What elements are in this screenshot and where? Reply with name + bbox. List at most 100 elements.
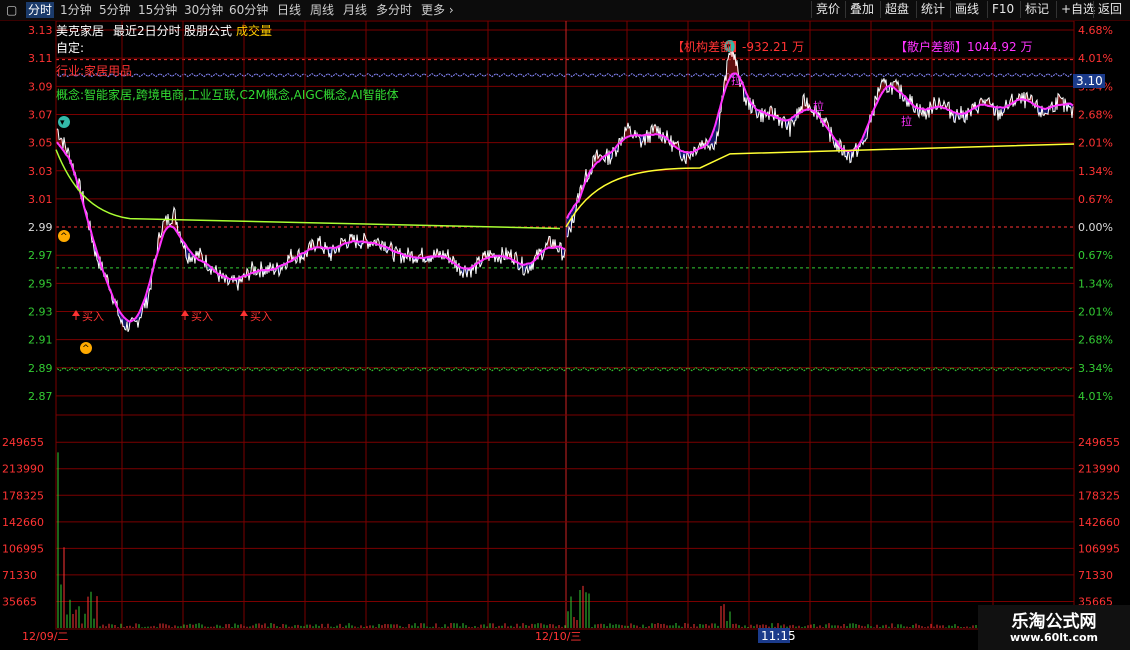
stock-name: 美克家居 [56,23,104,38]
price-tick-label: 2.95 [28,277,53,290]
axis-labels: 3.13 4.68% 3.11 4.01% 3.09 3.34% 3.07 2.68% 3.05… [2,24,1120,643]
pct-tick-label: 0.67% [1078,249,1113,262]
institution-diff-label: 【机构差额】 [672,39,744,54]
toolbar-button-5[interactable]: F10 [987,1,1018,18]
volume-tick-label: 142660 [2,516,44,529]
period-tab-1[interactable]: 1分钟 [60,2,92,18]
price-tick-label: 2.93 [28,305,53,318]
price-tick-label: 2.87 [28,390,53,403]
period-tab-5[interactable]: 60分钟 [229,2,268,18]
window-icon[interactable]: ▢ [6,2,17,18]
price-tick-label: 3.03 [28,165,53,178]
orange-signal-icon-glyph: ^ [60,232,68,242]
price-tick-label: 2.91 [28,334,53,347]
period-tab-2[interactable]: 5分钟 [99,2,131,18]
pct-tick-label: 4.01% [1078,390,1113,403]
buy-label: 买入 [191,310,213,323]
volume-tick-label: 249655 [2,436,44,449]
volume-tick-label-right: 71330 [1078,569,1113,582]
period-tab-7[interactable]: 周线 [310,2,334,18]
pull-label: 拉 [813,99,824,113]
period-tab-3[interactable]: 15分钟 [138,2,177,18]
price-tick-label: 2.89 [28,362,53,375]
watermark-url: www.60lt.com [1009,631,1099,644]
price-line-day1 [56,128,566,332]
site-watermark: 乐淘公式网 www.60lt.com [978,605,1130,650]
volume-tick-label: 71330 [2,569,37,582]
volume-tick-label: 35665 [2,595,37,608]
period-tab-10[interactable]: 更多 › [421,2,454,18]
toolbar-button-1[interactable]: 叠加 [845,1,878,18]
date-label: 12/09/二 [22,630,68,643]
pct-tick-label: 2.68% [1078,108,1113,121]
chart-lines [55,42,1075,332]
volume-tick-label-right: 142660 [1078,516,1120,529]
price-tick-label: 2.99 [28,221,53,234]
intraday-chart[interactable]: ▾^^▾买入买入买入拉拉拉 3.134.68%3.114.01%3.093.34… [0,21,1130,650]
price-tick-label: 3.11 [28,52,53,65]
buy-arrow-icon [240,310,248,316]
pct-tick-label: 3.34% [1078,362,1113,375]
pct-tick-label: 0.00% [1078,221,1113,234]
price-tick-label: 3.07 [28,108,53,121]
price-tick-label: 2.97 [28,249,53,262]
pct-tick-label: 4.01% [1078,52,1113,65]
volume-tick-label: 213990 [2,463,44,476]
pct-tick-label: 4.68% [1078,24,1113,37]
toolbar-button-0[interactable]: 竞价 [811,1,844,18]
toolbar-button-8[interactable]: 返回 [1093,1,1126,18]
buy-label: 买入 [250,310,272,323]
toolbar-button-3[interactable]: 统计 [916,1,949,18]
pct-tick-label: 2.01% [1078,137,1113,150]
watermark-logo-text: 乐淘公式网 [1011,612,1097,632]
price-tick-label: 3.01 [28,193,53,206]
period-tab-0[interactable]: 分时 [26,2,55,18]
volume-tick-label-right: 249655 [1078,436,1120,449]
concept-label: 概念:智能家居,跨境电商,工业互联,C2M概念,AIGC概念,AI智能体 [56,87,399,102]
price-tick-label: 3.13 [28,24,53,37]
period-label[interactable]: 最近2日分时 [113,24,181,38]
volume-tick-label-right: 213990 [1078,463,1120,476]
volume-tick-label-right: 106995 [1078,542,1120,555]
period-tab-8[interactable]: 月线 [343,2,367,18]
toolbar-button-4[interactable]: 画线 [950,1,983,18]
pull-label: 拉 [731,73,742,87]
buy-arrow-icon [72,310,80,316]
limit-up-wave [55,72,1073,78]
orange-signal-icon-glyph: ^ [82,344,90,354]
period-toolbar: 分时 1分钟 5分钟 15分钟 30分钟 60分钟 日线 周线 月线 多分时 更多 › ▢ 竞价 叠加 超盘… [0,0,1130,21]
volume-tick-label: 178325 [2,489,44,502]
buy-arrow-icon [181,310,189,316]
price-tick-label: 3.09 [28,80,53,93]
date-label: 12/10/三 [535,630,581,643]
teal-signal-icon-glyph: ▾ [60,118,65,128]
industry-label: 行业:家居用品 [56,63,132,78]
period-tab-4[interactable]: 30分钟 [184,2,223,18]
time-cursor-label: 11:15 [761,629,796,643]
pct-tick-label: 1.34% [1078,165,1113,178]
institution-diff-value: -932.21 万 [742,40,804,54]
current-price-label: 3.10 [1076,74,1103,88]
volume-tick-label-right: 178325 [1078,489,1120,502]
volume-tick-label: 106995 [2,542,44,555]
ma-line-day2 [565,143,1075,228]
price-line-day2 [566,42,1074,238]
price-fill-bars [56,42,1074,330]
pct-tick-label: 0.67% [1078,193,1113,206]
pct-tick-label: 2.68% [1078,334,1113,347]
toolbar-button-6[interactable]: 标记 [1020,1,1053,18]
formula-label[interactable]: 股朋公式 [184,24,232,38]
period-tab-6[interactable]: 日线 [277,2,301,18]
pct-tick-label: 2.01% [1078,305,1113,318]
avg-line-day1 [56,141,566,323]
buy-label: 买入 [82,310,104,323]
retail-diff-value: 1044.92 万 [967,40,1032,54]
period-tab-9[interactable]: 多分时 [376,2,412,18]
ma-line-day1 [55,149,561,230]
pct-tick-label: 1.34% [1078,277,1113,290]
retail-diff-label: 【散户差额】 [895,39,967,54]
custom-label: 自定: [56,40,84,55]
pull-label: 拉 [901,114,912,128]
toolbar-button-2[interactable]: 超盘 [880,1,913,18]
volume-label[interactable]: 成交量 [236,23,272,38]
